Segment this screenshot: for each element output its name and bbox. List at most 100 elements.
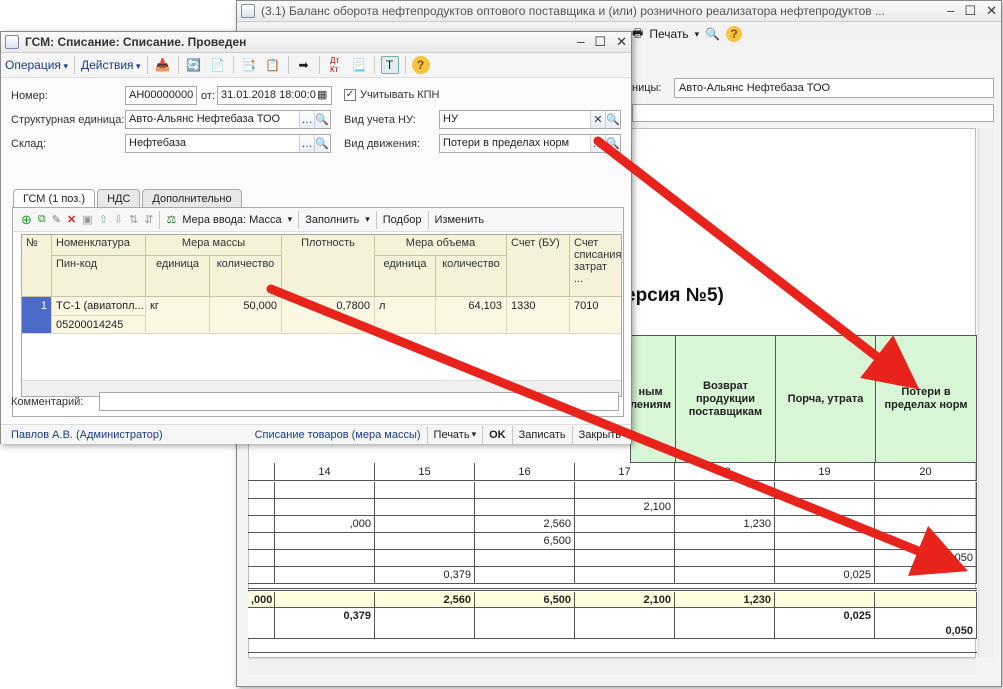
ellipsis-icon[interactable]: … — [299, 135, 314, 152]
col-mass-unit[interactable]: единица — [146, 256, 210, 297]
measure-menu[interactable]: Мера ввода: Масса — [182, 214, 281, 226]
report-cell — [248, 516, 275, 533]
vertical-scrollbar[interactable] — [978, 128, 994, 658]
number-label: Номер: — [11, 90, 48, 102]
comment-label: Комментарий: — [11, 396, 84, 408]
ok-button[interactable]: OK — [489, 429, 506, 441]
col-vol-qty[interactable]: количество — [436, 256, 507, 297]
save-button[interactable]: Записать — [519, 429, 566, 441]
col-num[interactable]: № — [22, 235, 52, 297]
sort-desc-icon[interactable]: ⇵ — [144, 213, 153, 226]
total-cell — [375, 608, 475, 624]
col-nomenclature[interactable]: Номенклатура — [52, 235, 146, 256]
maximize-icon[interactable]: ☐ — [964, 3, 976, 19]
ellipsis-icon[interactable]: … — [299, 111, 314, 128]
operation-menu[interactable]: Операция — [5, 58, 68, 72]
move-down-icon[interactable]: ⇩ — [114, 213, 123, 226]
col-density[interactable]: Плотность — [282, 235, 375, 297]
sort-asc-icon[interactable]: ⇅ — [129, 213, 138, 226]
col-mass[interactable]: Мера массы — [146, 235, 282, 256]
report-titlebar: (3.1) Баланс оборота нефтепродуктов опто… — [237, 1, 1001, 22]
col-account-bu[interactable]: Счет (БУ) — [507, 235, 570, 297]
refresh-icon[interactable]: 🔄 — [185, 56, 203, 74]
print-menu[interactable]: Печать — [649, 27, 688, 41]
calendar-icon[interactable]: ▦ — [317, 88, 327, 101]
help-icon[interactable]: ? — [411, 56, 430, 74]
maximize-icon[interactable]: ☐ — [594, 34, 606, 50]
structure-icon[interactable]: T — [380, 56, 399, 74]
help-icon[interactable]: ? — [726, 26, 743, 42]
change-button[interactable]: Изменить — [435, 214, 485, 226]
col-number: 20 — [875, 463, 977, 481]
actions-menu[interactable]: Действия — [81, 58, 141, 72]
ellipsis-icon[interactable]: … — [590, 135, 605, 152]
cell-pin[interactable]: 05200014245 — [52, 316, 146, 334]
report-cell — [775, 550, 875, 567]
cell-account-write[interactable]: 7010 — [570, 297, 621, 334]
col-volume[interactable]: Мера объема — [375, 235, 507, 256]
tab-additional[interactable]: Дополнительно — [142, 189, 242, 208]
unpost-icon[interactable]: 📋 — [264, 56, 282, 74]
based-on-icon[interactable]: 📑 — [240, 56, 258, 74]
search-icon[interactable]: 🔍 — [605, 135, 620, 152]
date-field[interactable]: 31.01.2018 18:00:0 — [217, 86, 332, 105]
tab-vat[interactable]: НДС — [97, 189, 141, 208]
col-vol-unit[interactable]: единица — [375, 256, 436, 297]
org-field[interactable]: Авто-Альянс Нефтебаза ТОО — [674, 78, 994, 98]
cell-vol-qty[interactable]: 64,103 — [436, 297, 507, 334]
post-icon[interactable]: 📥 — [154, 56, 172, 74]
dt-kt-icon[interactable]: Дт Кт — [326, 56, 344, 74]
search-icon[interactable]: 🔍 — [314, 135, 329, 152]
delete-icon[interactable]: ✕ — [67, 213, 76, 226]
doc-print-button[interactable]: Списание товаров (мера массы) — [255, 429, 421, 441]
checkbox-icon[interactable]: ✓ — [344, 89, 356, 102]
clear-icon[interactable]: ✕ — [590, 111, 605, 128]
total-cell — [875, 592, 977, 608]
col-mass-qty[interactable]: количество — [210, 256, 282, 297]
row-num[interactable]: 1 — [22, 297, 52, 334]
kpn-checkbox[interactable]: ✓ Учитывать КПН — [344, 89, 440, 102]
copy-icon[interactable]: 📄 — [209, 56, 227, 74]
col-pin[interactable]: Пин-код — [52, 256, 146, 297]
close-button[interactable]: Закрыть — [579, 429, 621, 441]
cell-account-bu[interactable]: 1330 — [507, 297, 570, 334]
end-edit-icon[interactable]: ▣ — [82, 213, 92, 226]
report-cell — [875, 482, 977, 499]
comment-field[interactable] — [99, 392, 619, 411]
horizontal-scrollbar[interactable] — [248, 658, 976, 675]
minimize-icon[interactable]: – — [577, 34, 584, 50]
move-up-icon[interactable]: ⇧ — [99, 213, 108, 226]
report-cell — [575, 482, 675, 499]
copy-row-icon[interactable]: ⧉ — [38, 213, 46, 226]
cell-mass-unit[interactable]: кг — [146, 297, 210, 334]
nu-label: Вид учета НУ: — [344, 114, 416, 126]
close-icon[interactable]: ✕ — [616, 34, 627, 50]
add-icon[interactable]: ⊕ — [21, 212, 32, 228]
cell-mass-qty[interactable]: 50,000 — [210, 297, 282, 334]
search-icon[interactable]: 🔍 — [705, 27, 720, 41]
close-icon[interactable]: ✕ — [986, 3, 997, 19]
period-field[interactable] — [632, 104, 994, 122]
print-menu[interactable]: Печать — [434, 429, 470, 441]
cell-vol-unit[interactable]: л — [375, 297, 436, 334]
report-cell — [475, 499, 575, 516]
fill-menu[interactable]: Заполнить — [305, 214, 359, 226]
search-icon[interactable]: 🔍 — [605, 111, 620, 128]
report-cell — [248, 533, 275, 550]
report-cell — [675, 533, 775, 550]
total-cell: 0,025 — [775, 608, 875, 624]
author-link[interactable]: Павлов А.В. (Администратор) — [11, 429, 163, 441]
search-icon[interactable]: 🔍 — [314, 111, 329, 128]
go-icon[interactable]: ➡ — [295, 56, 313, 74]
edit-icon[interactable]: ✎ — [52, 213, 61, 226]
cell-nomenclature[interactable]: ТС-1 (авиатопл... — [52, 297, 146, 316]
report-cell — [248, 567, 275, 584]
minimize-icon[interactable]: – — [947, 3, 954, 19]
select-button[interactable]: Подбор — [383, 214, 422, 226]
col-account-write[interactable]: Счет списания затрат ... — [570, 235, 621, 297]
report-icon[interactable]: 📃 — [350, 56, 368, 74]
tab-gsm[interactable]: ГСМ (1 поз.) — [13, 189, 96, 208]
number-field[interactable]: АН00000000 — [125, 86, 197, 105]
print-icon[interactable]: 🖶 — [632, 24, 643, 45]
cell-density[interactable]: 0,7800 — [282, 297, 375, 334]
